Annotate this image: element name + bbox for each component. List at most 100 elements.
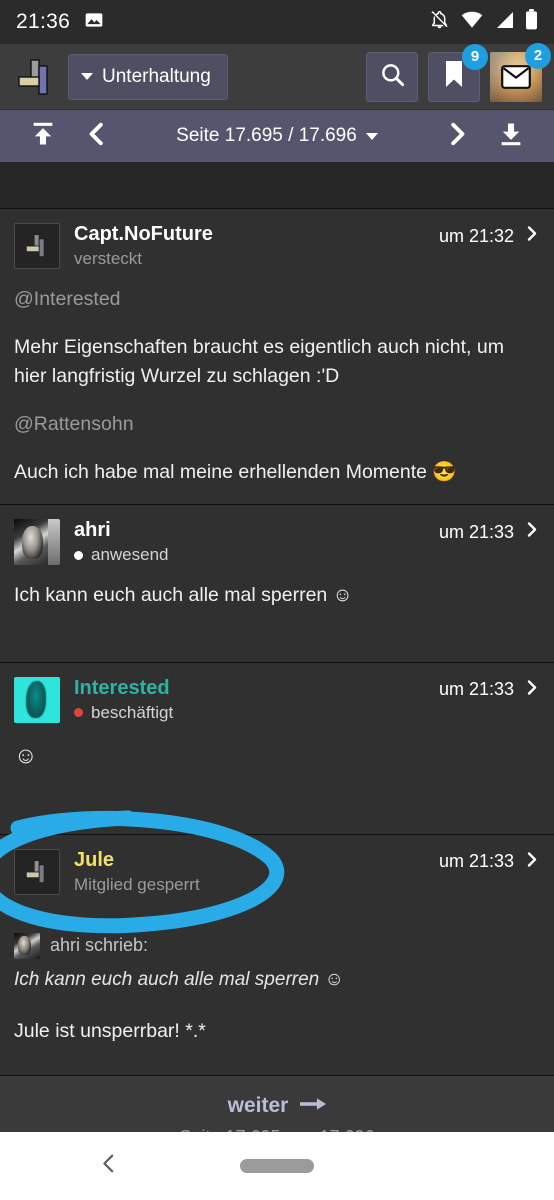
jump-to-top-icon	[29, 120, 57, 153]
quote-header: ahri schrieb:	[14, 932, 540, 959]
post-timestamp: um 21:33	[438, 851, 514, 872]
quote-text: Ich kann euch auch alle mal sperren ☺	[14, 968, 344, 990]
post-author-status-label: anwesend	[91, 545, 169, 565]
avatar[interactable]	[14, 519, 60, 566]
post-header: Interested beschäftigt um 21:33	[0, 663, 554, 723]
arrow-right-icon	[300, 1094, 327, 1118]
quote-block[interactable]: ahri schrieb: Ich kann euch auch alle ma…	[0, 929, 554, 991]
bookmark-badge: 9	[462, 43, 488, 70]
post-paragraph: Ich kann euch auch alle mal sperren ☺	[14, 584, 353, 607]
page-indicator[interactable]: Seite 17.695 / 17.696	[124, 125, 430, 147]
post-paragraph: ☺	[14, 741, 38, 768]
post-body: Jule ist unsperrbar! *.*	[0, 991, 554, 1045]
app-logo-icon[interactable]	[12, 54, 58, 100]
quote-avatar	[14, 932, 40, 959]
phone-screen: 21:36 Unterhaltung 9 2 Seite 17.695 / 17…	[0, 0, 554, 1200]
status-bar: 21:36	[0, 0, 554, 44]
jump-to-first-button[interactable]	[16, 110, 70, 162]
page-navigation-bar: Seite 17.695 / 17.696	[0, 110, 554, 162]
post-timestamp-link[interactable]: um 21:32	[439, 223, 540, 247]
post-author-status-label: beschäftigt	[91, 702, 174, 722]
post-paragraph[interactable]: @Rattensohn	[14, 410, 540, 438]
post-item: Interested beschäftigt um 21:33 ☺	[0, 662, 554, 835]
post-author-status: anwesend	[74, 545, 439, 565]
status-bar-left: 21:36	[16, 10, 104, 35]
status-dot-icon	[74, 708, 83, 718]
forum-selector-label: Unterhaltung	[102, 65, 211, 87]
chevron-left-icon	[84, 121, 110, 152]
cellular-signal-icon	[494, 11, 514, 34]
android-back-button[interactable]	[98, 1153, 120, 1180]
forum-selector-dropdown[interactable]: Unterhaltung	[68, 53, 228, 100]
status-bar-right	[429, 9, 538, 35]
post-header: Capt.NoFuture versteckt um 21:32	[0, 209, 554, 269]
post-timestamp-link[interactable]: um 21:33	[439, 519, 540, 543]
bookmarks-button[interactable]: 9	[428, 43, 488, 102]
post-author-meta: ahri anwesend	[74, 519, 439, 565]
search-icon	[379, 61, 406, 93]
quote-author-label: ahri schrieb:	[50, 935, 149, 956]
post-header: ahri anwesend um 21:33	[0, 505, 554, 566]
image-icon	[84, 10, 104, 35]
post-author-meta: Capt.NoFuture versteckt	[74, 223, 439, 269]
post-timestamp-link[interactable]: um 21:33	[439, 677, 540, 701]
post-bottom-space	[0, 610, 554, 644]
android-navigation-bar	[0, 1132, 554, 1200]
post-timestamp: um 21:33	[438, 679, 514, 700]
page-indicator-label: Seite 17.695 / 17.696	[176, 125, 357, 146]
post-item: Jule Mitglied gesperrt um 21:33 ahri sch…	[0, 834, 554, 1077]
post-author-name[interactable]: Capt.NoFuture	[74, 223, 439, 246]
post-header: Jule Mitglied gesperrt um 21:33	[0, 835, 554, 895]
post-item: ahri anwesend um 21:33 Ich kann euch auc…	[0, 505, 554, 663]
next-page-link[interactable]: weiter	[228, 1094, 327, 1118]
chevron-down-icon	[81, 73, 93, 80]
jump-to-last-button[interactable]	[484, 110, 538, 162]
post-author-status-label: Mitglied gesperrt	[74, 874, 200, 894]
avatar[interactable]	[14, 848, 60, 895]
app-toolbar: Unterhaltung 9 2	[0, 42, 554, 110]
post-author-status: versteckt	[74, 249, 439, 269]
avatar[interactable]	[14, 676, 60, 723]
post-author-name[interactable]: Interested	[74, 677, 439, 700]
chevron-right-icon	[444, 121, 470, 152]
post-bottom-space	[0, 1045, 554, 1057]
previous-page-button[interactable]	[70, 110, 124, 162]
post-paragraph[interactable]: @Interested	[14, 285, 540, 313]
messages-button[interactable]: 2	[490, 42, 551, 102]
status-bar-clock: 21:36	[16, 10, 71, 33]
post-author-status: Mitglied gesperrt	[74, 875, 439, 895]
avatar[interactable]	[14, 223, 60, 269]
messages-badge: 2	[525, 42, 551, 69]
post-author-meta: Jule Mitglied gesperrt	[74, 849, 439, 895]
post-bottom-space	[0, 772, 554, 816]
post-timestamp-link[interactable]: um 21:33	[439, 849, 540, 873]
search-button[interactable]	[366, 51, 418, 102]
post-author-meta: Interested beschäftigt	[74, 677, 439, 723]
status-dot-icon	[74, 550, 83, 560]
post-author-name[interactable]: ahri	[74, 519, 439, 542]
next-page-button[interactable]	[430, 110, 484, 162]
wifi-icon	[461, 11, 483, 34]
post-item: Capt.NoFuture versteckt um 21:32 @Intere…	[0, 209, 554, 506]
chevron-down-icon	[365, 132, 378, 140]
chevron-right-icon	[523, 225, 540, 247]
chevron-right-icon	[523, 679, 540, 701]
post-paragraph: Mehr Eigenschaften braucht es eigentlich…	[14, 336, 504, 387]
battery-icon	[525, 9, 538, 35]
post-body: @Interested Mehr Eigenschaften braucht e…	[0, 269, 554, 486]
post-body: ☺	[0, 723, 554, 772]
android-home-handle[interactable]	[240, 1159, 314, 1173]
post-body: Ich kann euch auch alle mal sperren ☺	[0, 565, 554, 609]
chevron-right-icon	[523, 521, 540, 543]
chevron-right-icon	[523, 851, 540, 873]
content-top-gap	[0, 162, 554, 209]
post-paragraph: Jule ist unsperrbar! *.*	[14, 1019, 206, 1042]
post-timestamp: um 21:33	[438, 521, 514, 542]
notifications-muted-icon	[429, 9, 450, 35]
post-author-name[interactable]: Jule	[74, 849, 439, 872]
post-timestamp: um 21:32	[438, 225, 514, 246]
post-author-status: beschäftigt	[74, 703, 439, 723]
post-paragraph: Auch ich habe mal meine erhellenden Mome…	[14, 461, 457, 484]
envelope-icon	[501, 64, 531, 89]
jump-to-bottom-icon	[497, 120, 525, 153]
